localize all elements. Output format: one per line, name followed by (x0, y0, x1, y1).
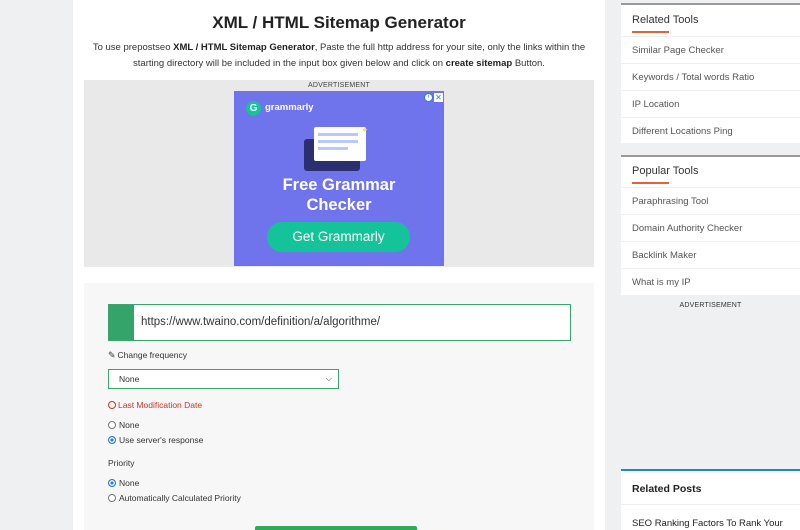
edit-icon: ✎ (108, 350, 116, 360)
ad-label: ADVERTISEMENT (308, 82, 370, 89)
related-tools-title: Related Tools (632, 14, 699, 26)
change-frequency-label-text: Change frequency (117, 350, 188, 360)
grammarly-ad-banner[interactable]: G grammarly i ✕ ✦ Free Grammar Checker G… (234, 91, 444, 266)
last-modification-label-text: Last Modification Date (118, 400, 203, 410)
sitemap-form: https://www.twaino.com/definition/a/algo… (84, 283, 594, 530)
priority-radio-none[interactable]: None (108, 478, 139, 488)
get-grammarly-button[interactable]: Get Grammarly (267, 222, 410, 252)
radio-button[interactable] (108, 494, 116, 502)
svg-text:✦: ✦ (361, 127, 368, 135)
change-frequency-label: ✎ Change frequency (108, 350, 187, 361)
title-underline (632, 31, 669, 33)
url-input-addon (109, 305, 134, 340)
radio-label: Automatically Calculated Priority (119, 493, 241, 503)
title-underline (632, 182, 669, 184)
page-title: XML / HTML Sitemap Generator (212, 13, 466, 32)
document-illustration-icon: ✦ (304, 127, 368, 171)
popular-tool-link[interactable]: Domain Authority Checker (621, 214, 800, 241)
intro-action: create sitemap (445, 57, 513, 69)
popular-tools-title: Popular Tools (632, 165, 699, 177)
ad-container: ADVERTISEMENT G grammarly i ✕ ✦ Free Gra… (84, 80, 594, 267)
sidebar: Related Tools Similar Page Checker Keywo… (621, 0, 800, 530)
change-frequency-value: None (119, 374, 140, 384)
popular-tools-widget: Popular Tools Paraphrasing Tool Domain A… (621, 155, 800, 295)
radio-label: Use server's response (119, 435, 204, 445)
change-frequency-select[interactable]: None ⌵ (108, 369, 339, 389)
radio-label: None (119, 478, 140, 488)
lastmod-radio-none[interactable]: None (108, 420, 139, 430)
related-tool-link[interactable]: Different Locations Ping (621, 117, 800, 144)
popular-tool-link[interactable]: Paraphrasing Tool (621, 187, 800, 214)
related-tool-link[interactable]: Keywords / Total words Ratio (621, 63, 800, 90)
related-tool-link[interactable]: IP Location (621, 90, 800, 117)
ad-close-icon[interactable]: ✕ (434, 93, 443, 102)
radio-label: None (119, 420, 140, 430)
grammarly-logo-icon: G (246, 101, 261, 116)
related-posts-title: Related Posts (632, 483, 702, 495)
popular-tool-link[interactable]: Backlink Maker (621, 241, 800, 268)
intro-part: Button. (512, 57, 545, 69)
lastmod-radio-server[interactable]: Use server's response (108, 435, 203, 445)
url-input-value: https://www.twaino.com/definition/a/algo… (141, 316, 381, 328)
radio-button-selected[interactable] (108, 479, 116, 487)
intro-text: To use prepostseo XML / HTML Sitemap Gen… (83, 40, 595, 71)
intro-part: To use prepostseo (92, 42, 174, 53)
intro-tool-name: XML / HTML Sitemap Generator (173, 42, 315, 53)
grammarly-brand: grammarly (265, 102, 314, 113)
radio-button-selected[interactable] (108, 436, 116, 444)
priority-radio-auto[interactable]: Automatically Calculated Priority (108, 493, 241, 503)
radio-button[interactable] (108, 421, 116, 429)
url-input[interactable]: https://www.twaino.com/definition/a/algo… (108, 304, 571, 341)
ad-headline-line: Checker (306, 196, 372, 214)
priority-label: Priority (108, 458, 135, 468)
popular-tool-link[interactable]: What is my IP (621, 268, 800, 295)
last-modification-label: Last Modification Date (108, 400, 202, 410)
divider (621, 504, 800, 505)
chevron-down-icon: ⌵ (325, 374, 332, 383)
related-post-link[interactable]: SEO Ranking Factors To Rank Your (632, 518, 783, 529)
ad-info-icon[interactable]: i (424, 93, 433, 102)
main-content: XML / HTML Sitemap Generator To use prep… (73, 0, 605, 530)
related-tools-widget: Related Tools Similar Page Checker Keywo… (621, 3, 800, 143)
sidebar-ad-label: ADVERTISEMENT (679, 302, 742, 309)
related-tool-link[interactable]: Similar Page Checker (621, 36, 800, 63)
ad-headline: Free Grammar Checker (234, 175, 444, 215)
related-posts-widget: Related Posts SEO Ranking Factors To Ran… (621, 469, 800, 530)
ad-headline-line: Free Grammar (282, 176, 396, 194)
clock-icon (108, 401, 116, 409)
create-sitemap-button[interactable] (255, 526, 417, 530)
